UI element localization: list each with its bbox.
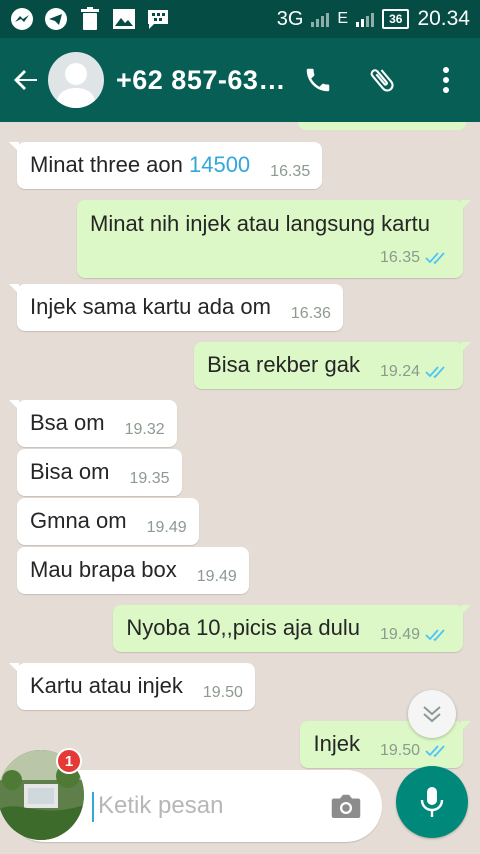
message-time: 19.24: [379, 363, 420, 380]
message-text: Injek sama kartu ada om: [30, 294, 271, 319]
double-chevron-down-icon: [423, 706, 441, 723]
message-text: Gmna om: [30, 508, 127, 533]
message-incoming[interactable]: Bsa om 19.32: [9, 400, 177, 447]
back-button[interactable]: [4, 58, 48, 102]
gallery-icon: [112, 7, 136, 31]
message-outgoing[interactable]: Nyoba 10,,picis aja dulu 19.49: [113, 605, 471, 652]
message-time: 19.49: [146, 519, 187, 536]
message-time: 19.49: [379, 626, 420, 643]
message-time: 19.35: [129, 470, 170, 487]
default-avatar-icon: [56, 63, 96, 108]
message-incoming[interactable]: Bisa om 19.35: [17, 449, 182, 496]
battery-icon: 36: [382, 9, 410, 29]
app-bar: +62 857-63…: [0, 38, 480, 122]
message-text: Bsa om: [30, 410, 105, 435]
double-check-icon: [425, 252, 445, 265]
message-text: Mau brapa box: [30, 557, 177, 582]
scroll-to-bottom-button[interactable]: [408, 690, 456, 738]
microphone-icon: [420, 787, 444, 817]
message-text: Injek: [313, 731, 360, 756]
telegram-icon: [44, 7, 68, 31]
double-check-icon: [425, 745, 445, 758]
message-time: 19.50: [379, 742, 420, 759]
chat-area[interactable]: Minat three aon 14500 16.35 Minat nih inj…: [0, 122, 480, 772]
message-incoming[interactable]: Mau brapa box 19.49: [17, 547, 249, 594]
message-outgoing[interactable]: Bisa rekber gak 19.24: [194, 342, 471, 389]
voice-record-button[interactable]: [396, 766, 468, 838]
message-text: Nyoba 10,,picis aja dulu: [126, 615, 360, 640]
network-type-2: E: [337, 10, 349, 27]
message-outgoing[interactable]: Minat nih injek atau langsung kartu 16.3…: [77, 200, 471, 278]
message-time: 19.50: [202, 684, 243, 701]
more-vertical-icon: [443, 67, 449, 93]
message-text: Minat three aon: [30, 152, 189, 177]
message-text: Kartu atau injek: [30, 673, 183, 698]
trash-icon: [78, 7, 102, 31]
phone-icon: [306, 68, 330, 92]
message-time: 19.32: [124, 421, 165, 438]
network-type: 3G: [276, 7, 304, 30]
double-check-icon: [425, 366, 445, 379]
previous-message-bubble: [298, 122, 466, 130]
message-time: 16.35: [379, 249, 420, 266]
clock: 20.34: [417, 7, 470, 30]
double-check-icon: [425, 629, 445, 642]
call-button[interactable]: [296, 58, 340, 102]
message-incoming[interactable]: Minat three aon 14500 16.35: [8, 142, 323, 189]
menu-button[interactable]: [424, 58, 468, 102]
message-text: Bisa rekber gak: [207, 352, 360, 377]
bbm-icon: [146, 7, 170, 31]
signal-2-icon: [356, 11, 375, 27]
message-incoming[interactable]: Gmna om 19.49: [17, 498, 199, 545]
message-time: 19.49: [196, 568, 237, 585]
message-time: 16.36: [290, 305, 331, 322]
message-incoming[interactable]: Injek sama kartu ada om 16.36: [9, 284, 343, 331]
messenger-icon: [10, 7, 34, 31]
message-incoming[interactable]: Kartu atau injek 19.50: [9, 663, 255, 710]
signal-icon: [311, 11, 330, 27]
message-time: 16.35: [270, 163, 311, 180]
attach-button[interactable]: [360, 58, 404, 102]
message-input-placeholder: Ketik pesan: [98, 792, 224, 819]
message-text: Minat nih injek atau langsung kartu: [90, 211, 430, 236]
camera-icon[interactable]: [328, 788, 364, 824]
contact-name[interactable]: +62 857-63…: [116, 65, 284, 96]
arrow-left-icon: [14, 70, 37, 90]
text-cursor: [92, 792, 94, 822]
paperclip-icon: [370, 69, 394, 92]
message-text: Bisa om: [30, 459, 110, 484]
status-bar: 3G E 36 20.34: [0, 0, 480, 38]
message-link[interactable]: 14500: [189, 152, 250, 177]
contact-avatar[interactable]: [48, 52, 104, 108]
unread-badge: 1: [56, 748, 82, 774]
